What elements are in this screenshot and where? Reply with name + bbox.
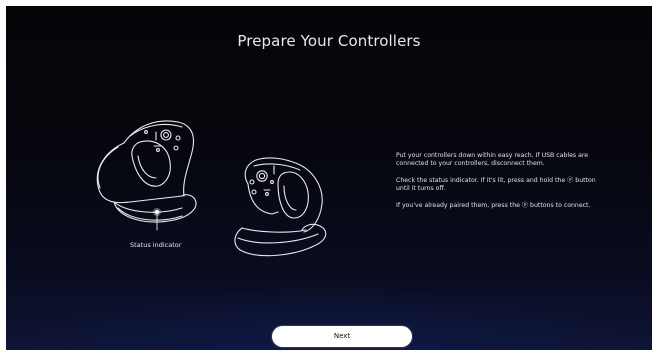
next-button[interactable]: Next bbox=[272, 326, 412, 347]
instruction-paragraph: Check the status indicator. If it's lit,… bbox=[396, 176, 596, 193]
instruction-paragraph: If you've already paired them, press the… bbox=[396, 201, 591, 209]
right-controller bbox=[234, 157, 327, 257]
left-controller bbox=[96, 120, 197, 223]
status-indicator-marker bbox=[153, 208, 161, 231]
instruction-paragraph: Put your controllers down within easy re… bbox=[396, 152, 589, 168]
instructions-text: Put your controllers down within easy re… bbox=[396, 152, 604, 218]
status-indicator-label: Status indicator bbox=[130, 241, 182, 249]
pairing-screen: Prepare Your Controllers Status indicato… bbox=[6, 6, 652, 350]
